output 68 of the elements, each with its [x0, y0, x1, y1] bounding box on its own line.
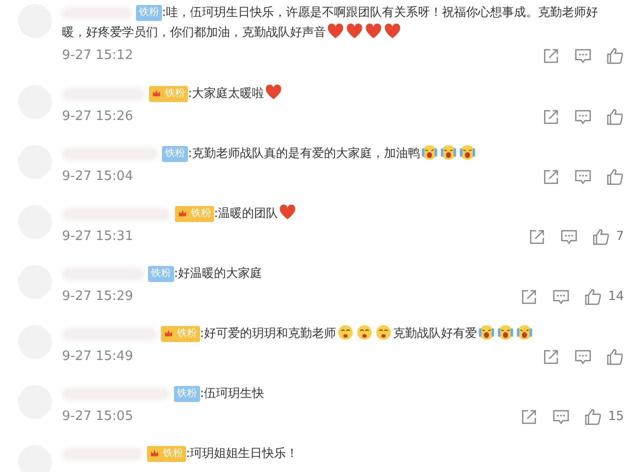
heart-icon	[365, 23, 382, 40]
fan-badge-label: 铁粉	[163, 446, 183, 461]
fan-badge-label: 铁粉	[151, 266, 171, 281]
share-icon[interactable]	[528, 228, 546, 246]
teary-face-icon	[356, 324, 374, 341]
comment-icon[interactable]	[574, 46, 592, 65]
thumbs-up-icon[interactable]	[606, 108, 624, 126]
thumbs-up-icon[interactable]	[584, 408, 602, 426]
share-icon[interactable]	[520, 408, 538, 426]
comment-text: :好可爱的玥玥和克勤老师	[200, 326, 336, 340]
fan-badge-label: 铁粉	[177, 386, 197, 401]
fan-badge-label: 铁粉	[165, 146, 185, 161]
comment-text: :珂玥姐姐生日快乐！	[186, 446, 298, 460]
thumbs-up-icon[interactable]	[592, 228, 610, 246]
crown-icon	[164, 329, 173, 338]
share-icon[interactable]	[520, 288, 538, 306]
fan-badge-label: 铁粉	[139, 6, 159, 20]
crown-icon	[150, 449, 159, 458]
teary-face-icon	[375, 324, 392, 341]
share-icon[interactable]	[542, 108, 560, 126]
crying-face-icon	[497, 324, 514, 341]
comment-text: 暖，好疼爱学员们，你们都加油，克勤战队好声音	[62, 24, 326, 41]
comment-icon[interactable]	[574, 108, 592, 126]
comment-icon[interactable]	[560, 228, 578, 246]
crown-icon	[178, 209, 187, 218]
comment-icon[interactable]	[552, 408, 570, 426]
timestamp: 9-27 15:31	[62, 228, 134, 246]
timestamp: 9-27 15:04	[62, 168, 134, 186]
crown-icon	[152, 89, 161, 98]
fan-badge-label: 铁粉	[165, 86, 185, 101]
comment-icon[interactable]	[552, 288, 570, 306]
thumbs-up-icon[interactable]	[606, 46, 624, 65]
comment-text: :哇，伍珂玥生日快乐，许愿是不啊跟团队有关系呀！祝福你心想事成。克勤老师好	[162, 5, 598, 19]
like-count: 14	[608, 287, 624, 306]
comment-text: :温暖的团队	[214, 206, 278, 220]
comment-text: :大家庭太暖啦	[188, 86, 264, 100]
share-icon[interactable]	[542, 46, 560, 65]
heart-icon	[346, 23, 363, 40]
timestamp: 9-27 15:49	[62, 348, 134, 366]
comment-icon[interactable]	[574, 168, 592, 186]
heart-icon	[279, 204, 296, 221]
timestamp: 9-27 15:12	[62, 47, 134, 65]
crying-face-icon	[421, 144, 438, 161]
like-count: 15	[608, 407, 624, 426]
comment-text: :伍珂玥生快	[200, 386, 264, 400]
teary-face-icon	[337, 324, 354, 341]
crying-face-icon	[516, 324, 534, 341]
comment-text: :克勤老师战队真的是有爱的大家庭，加油鸭	[188, 146, 420, 160]
like-count: 7	[616, 227, 624, 246]
share-icon[interactable]	[542, 168, 560, 186]
heart-icon	[265, 84, 282, 101]
comment-text: :好温暖的大家庭	[174, 266, 262, 280]
heart-icon	[384, 23, 401, 40]
share-icon[interactable]	[542, 348, 560, 366]
crying-face-icon	[459, 144, 476, 161]
timestamp: 9-27 15:05	[62, 408, 134, 426]
comment-icon[interactable]	[574, 348, 592, 366]
fan-badge-label: 铁粉	[191, 206, 211, 221]
thumbs-up-icon[interactable]	[606, 348, 624, 366]
heart-icon	[327, 23, 344, 40]
fan-badge-label: 铁粉	[177, 326, 197, 341]
crying-face-icon	[440, 144, 458, 161]
thumbs-up-icon[interactable]	[606, 168, 624, 186]
crying-face-icon	[478, 324, 496, 341]
comment-text: 克勤战队好有爱	[393, 326, 478, 340]
thumbs-up-icon[interactable]	[584, 288, 602, 306]
timestamp: 9-27 15:29	[62, 288, 134, 306]
timestamp: 9-27 15:26	[62, 108, 134, 126]
